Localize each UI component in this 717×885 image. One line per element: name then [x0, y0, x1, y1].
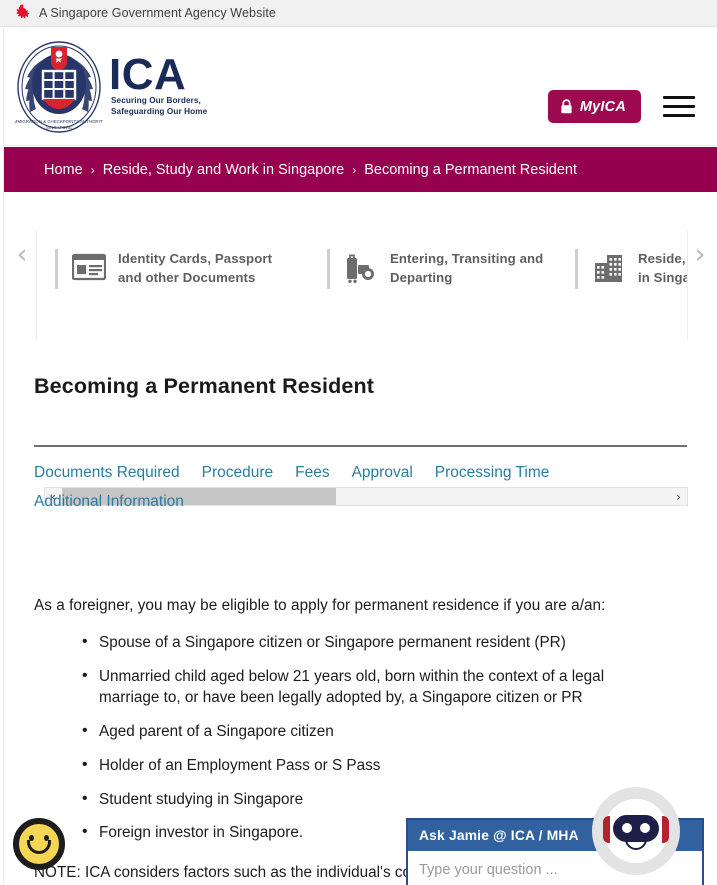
building-icon	[592, 253, 626, 285]
id-card-icon	[71, 253, 107, 285]
breadcrumb-item-current: Becoming a Permanent Resident	[364, 161, 578, 178]
myica-button[interactable]: MyICA	[547, 90, 641, 123]
government-banner: A Singapore Government Agency Website	[0, 0, 717, 27]
card-divider	[327, 249, 330, 289]
title-divider	[34, 445, 687, 447]
quick-link-procedure[interactable]: Procedure	[202, 464, 274, 482]
quick-links: Documents Required Procedure Fees Approv…	[34, 464, 634, 511]
card-divider	[575, 249, 578, 289]
breadcrumb-item-home[interactable]: Home	[44, 162, 83, 178]
card-line-1: Reside, Stu	[638, 251, 687, 267]
card-line-2: Departing	[390, 270, 453, 285]
robot-avatar-face	[603, 799, 669, 863]
breadcrumb-separator: ›	[90, 162, 95, 177]
list-item: Student studying in Singapore	[82, 788, 659, 811]
robot-avatar-icon[interactable]	[592, 787, 680, 875]
tagline-line-2: Safeguarding Our Home	[111, 107, 208, 117]
carousel-track: Identity Cards, Passport and other Docum…	[37, 230, 687, 304]
quick-link-approval[interactable]: Approval	[352, 464, 413, 482]
tagline-line-1: Securing Our Borders,	[111, 96, 201, 106]
quick-link-fees[interactable]: Fees	[295, 464, 329, 482]
smiley-mouth	[27, 840, 51, 854]
card-line-1: Identity Cards, Passport	[118, 251, 273, 267]
hamburger-menu-icon[interactable]	[663, 95, 695, 118]
site-header: IMMIGRATION & CHECKPOINTS AUTHORITY SING…	[4, 28, 717, 146]
intro-paragraph: As a foreigner, you may be eligible to a…	[34, 597, 606, 614]
hamburger-bar	[663, 95, 695, 100]
carousel-card-identity-cards[interactable]: Identity Cards, Passport and other Docum…	[37, 242, 309, 296]
list-item: Aged parent of a Singapore citizen	[82, 720, 659, 743]
carousel-card-label: Entering, Transiting and Departing	[390, 250, 543, 287]
card-divider	[55, 249, 58, 289]
carousel-next-icon[interactable]: ›	[689, 240, 711, 270]
carousel-card-label: Identity Cards, Passport and other Docum…	[118, 250, 272, 287]
svg-text:SINGAPORE: SINGAPORE	[46, 125, 72, 130]
eligibility-list: Spouse of a Singapore citizen or Singapo…	[34, 631, 687, 844]
quick-link-processing-time[interactable]: Processing Time	[435, 464, 550, 482]
svg-text:IMMIGRATION & CHECKPOINTS AUTH: IMMIGRATION & CHECKPOINTS AUTHORITY	[15, 119, 103, 124]
singapore-lion-icon	[14, 4, 30, 22]
robot-eye-right	[640, 823, 650, 833]
government-banner-label: A Singapore Government Agency Website	[39, 6, 276, 20]
smiley-face-icon[interactable]	[13, 818, 65, 870]
page-root: A Singapore Government Agency Website IM…	[0, 0, 717, 885]
list-item: Spouse of a Singapore citizen or Singapo…	[82, 631, 659, 654]
chatbot-title: Ask Jamie @ ICA / MHA	[419, 828, 579, 843]
hamburger-bar	[663, 104, 695, 109]
breadcrumb-separator: ›	[352, 162, 357, 177]
robot-eye-left	[622, 823, 632, 833]
robot-visor	[613, 814, 659, 842]
lock-icon	[560, 99, 573, 114]
category-carousel: ‹ › Identity Cards, Passport and other D…	[4, 192, 717, 506]
robot-ear-left	[603, 816, 610, 843]
quick-link-documents-required[interactable]: Documents Required	[34, 464, 180, 482]
breadcrumb: Home › Reside, Study and Work in Singapo…	[4, 147, 717, 192]
carousel-viewport: Identity Cards, Passport and other Docum…	[36, 230, 688, 340]
carousel-prev-icon[interactable]: ‹	[11, 240, 33, 270]
hamburger-bar	[663, 113, 695, 118]
card-line-2: in Singapo	[638, 270, 687, 285]
carousel-card-entering-transiting[interactable]: Entering, Transiting and Departing	[309, 242, 557, 296]
page-title: Becoming a Permanent Resident	[34, 374, 375, 398]
card-line-1: Entering, Transiting and	[390, 251, 544, 267]
luggage-icon	[344, 253, 378, 285]
breadcrumb-item-reside-study-work[interactable]: Reside, Study and Work in Singapore	[103, 162, 345, 178]
ica-wordmark-text: ICA	[109, 50, 187, 100]
carousel-card-reside-study[interactable]: Reside, Stu in Singapo	[557, 242, 687, 296]
list-item: Unmarried child aged below 21 years old,…	[82, 665, 659, 709]
card-line-2: and other Documents	[118, 270, 256, 285]
site-frame: IMMIGRATION & CHECKPOINTS AUTHORITY SING…	[3, 28, 717, 885]
ica-wordmark: ICA Securing Our Borders, Safeguarding O…	[109, 53, 208, 118]
header-actions: MyICA	[547, 90, 695, 123]
carousel-card-label: Reside, Stu in Singapo	[638, 250, 687, 287]
robot-ear-right	[662, 816, 669, 843]
robot-smile	[625, 839, 647, 850]
myica-button-label: MyICA	[579, 98, 626, 115]
quick-link-additional-information[interactable]: Additional Information	[34, 493, 184, 511]
ica-crest-icon: IMMIGRATION & CHECKPOINTS AUTHORITY SING…	[13, 37, 105, 133]
list-item: Holder of an Employment Pass or S Pass	[82, 754, 659, 777]
ica-logo[interactable]: IMMIGRATION & CHECKPOINTS AUTHORITY SING…	[13, 37, 208, 133]
